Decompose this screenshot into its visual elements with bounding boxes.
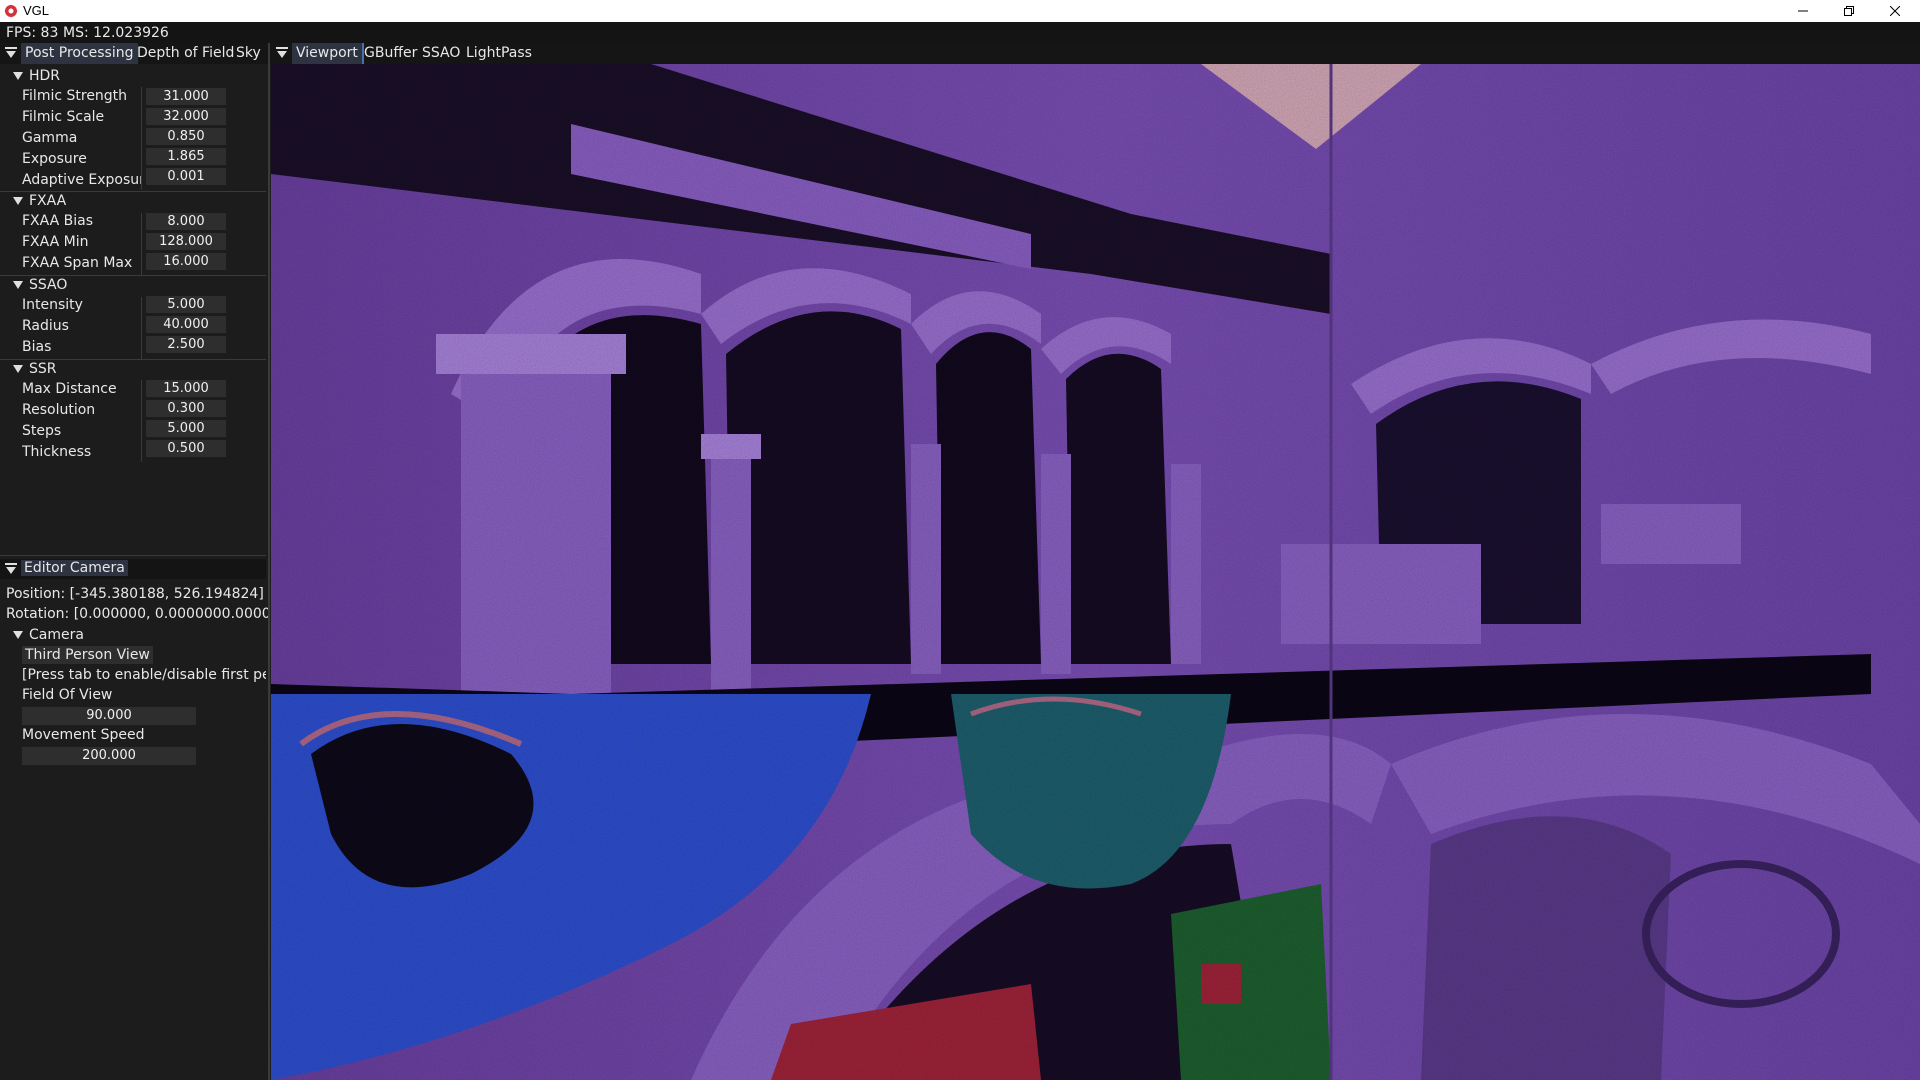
post-processing-panel: Post Processing Depth of Field Sky HDR F… <box>0 43 270 1080</box>
row-label: Bias <box>22 339 52 355</box>
ssr-max-distance-field[interactable]: 15.000 <box>146 380 226 397</box>
fxaa-bias-field[interactable]: 8.000 <box>146 213 226 230</box>
minimize-icon <box>1798 10 1808 12</box>
row-label: Adaptive Exposure <box>22 172 141 188</box>
section-fxaa-header[interactable]: FXAA <box>0 193 266 211</box>
ssr-thickness-field[interactable]: 0.500 <box>146 440 226 457</box>
row-label: Intensity <box>22 297 83 313</box>
tab-lightpass[interactable]: LightPass <box>462 43 536 64</box>
camera-section-header[interactable]: Camera <box>0 627 266 645</box>
section-divider <box>0 275 266 276</box>
collapse-triangle-icon[interactable] <box>275 46 289 60</box>
section-ssao-header[interactable]: SSAO <box>0 277 266 295</box>
row-label: Steps <box>22 423 62 439</box>
close-icon <box>1890 6 1900 16</box>
expanded-triangle-icon <box>13 197 23 205</box>
movement-speed-slider[interactable]: 200.000 <box>22 747 196 765</box>
row-label: FXAA Min <box>22 234 89 250</box>
restore-icon <box>1844 6 1854 16</box>
viewport-render[interactable] <box>271 64 1920 1080</box>
fps-readout: FPS: 83 <box>6 25 59 41</box>
row-label: Filmic Scale <box>22 109 105 125</box>
row-label: FXAA Span Max <box>22 255 133 271</box>
row-label: Exposure <box>22 151 87 167</box>
window-title: VGL <box>23 3 50 18</box>
tab-ssao[interactable]: SSAO <box>418 43 464 64</box>
section-ssr-header[interactable]: SSR <box>0 361 266 379</box>
tab-gbuffer[interactable]: GBuffer <box>360 43 421 64</box>
row-label: Filmic Strength <box>22 88 128 104</box>
section-hdr-header[interactable]: HDR <box>0 68 266 86</box>
fov-label: Field Of View <box>22 687 113 703</box>
row-label: Thickness <box>22 444 92 460</box>
expanded-triangle-icon <box>13 281 23 289</box>
collapse-triangle-icon[interactable] <box>4 46 18 60</box>
fxaa-min-field[interactable]: 128.000 <box>146 233 226 250</box>
section-divider <box>0 359 266 360</box>
title-bar: VGL <box>0 0 1920 22</box>
panel-divider <box>0 555 266 556</box>
vgl-logo-icon <box>4 4 18 18</box>
adaptive-exposure-field[interactable]: 0.001 <box>146 168 226 185</box>
ssao-intensity-field[interactable]: 5.000 <box>146 296 226 313</box>
ssr-resolution-field[interactable]: 0.300 <box>146 400 226 417</box>
fxaa-span-max-field[interactable]: 16.000 <box>146 253 226 270</box>
sponza-scene-render <box>271 64 1920 1080</box>
stats-bar: FPS: 83 MS: 12.023926 <box>0 22 1920 43</box>
third-person-view-button[interactable]: Third Person View <box>22 646 153 664</box>
fov-slider[interactable]: 90.000 <box>22 707 196 725</box>
row-label: Radius <box>22 318 69 334</box>
viewport-tab-bar: Viewport GBuffer SSAO LightPass <box>270 43 1920 64</box>
ssao-bias-field[interactable]: 2.500 <box>146 336 226 353</box>
row-label: Gamma <box>22 130 78 146</box>
left-tab-bar: Post Processing Depth of Field Sky <box>0 43 268 64</box>
filmic-strength-field[interactable]: 31.000 <box>146 88 226 105</box>
filmic-scale-field[interactable]: 32.000 <box>146 108 226 125</box>
minimize-button[interactable] <box>1780 0 1826 22</box>
row-label: FXAA Bias <box>22 213 94 229</box>
movement-speed-label: Movement Speed <box>22 727 145 743</box>
camera-rotation-readout: Rotation: [0.000000, 0.0000000.000000] <box>6 606 268 622</box>
section-divider <box>0 191 266 192</box>
tab-depth-of-field[interactable]: Depth of Field <box>133 43 238 64</box>
tab-viewport[interactable]: Viewport <box>292 43 364 64</box>
expanded-triangle-icon <box>13 72 23 80</box>
collapse-triangle-icon <box>5 563 17 574</box>
gamma-field[interactable]: 0.850 <box>146 128 226 145</box>
tab-sky[interactable]: Sky <box>232 43 265 64</box>
close-button[interactable] <box>1872 0 1918 22</box>
expanded-triangle-icon <box>13 365 23 373</box>
row-label: Max Distance <box>22 381 117 397</box>
row-label: Resolution <box>22 402 96 418</box>
editor-camera-title: Editor Camera <box>21 560 128 576</box>
expanded-triangle-icon <box>13 631 23 639</box>
ssao-radius-field[interactable]: 40.000 <box>146 316 226 333</box>
exposure-field[interactable]: 1.865 <box>146 148 226 165</box>
ssr-steps-field[interactable]: 5.000 <box>146 420 226 437</box>
restore-button[interactable] <box>1826 0 1872 22</box>
tab-post-processing[interactable]: Post Processing <box>21 43 138 64</box>
camera-position-readout: Position: [-345.380188, 526.194824] <box>6 586 264 602</box>
view-toggle-hint: [Press tab to enable/disable first perso… <box>22 667 266 683</box>
ms-readout: MS: 12.023926 <box>63 25 169 41</box>
editor-camera-header[interactable]: Editor Camera <box>0 559 266 579</box>
